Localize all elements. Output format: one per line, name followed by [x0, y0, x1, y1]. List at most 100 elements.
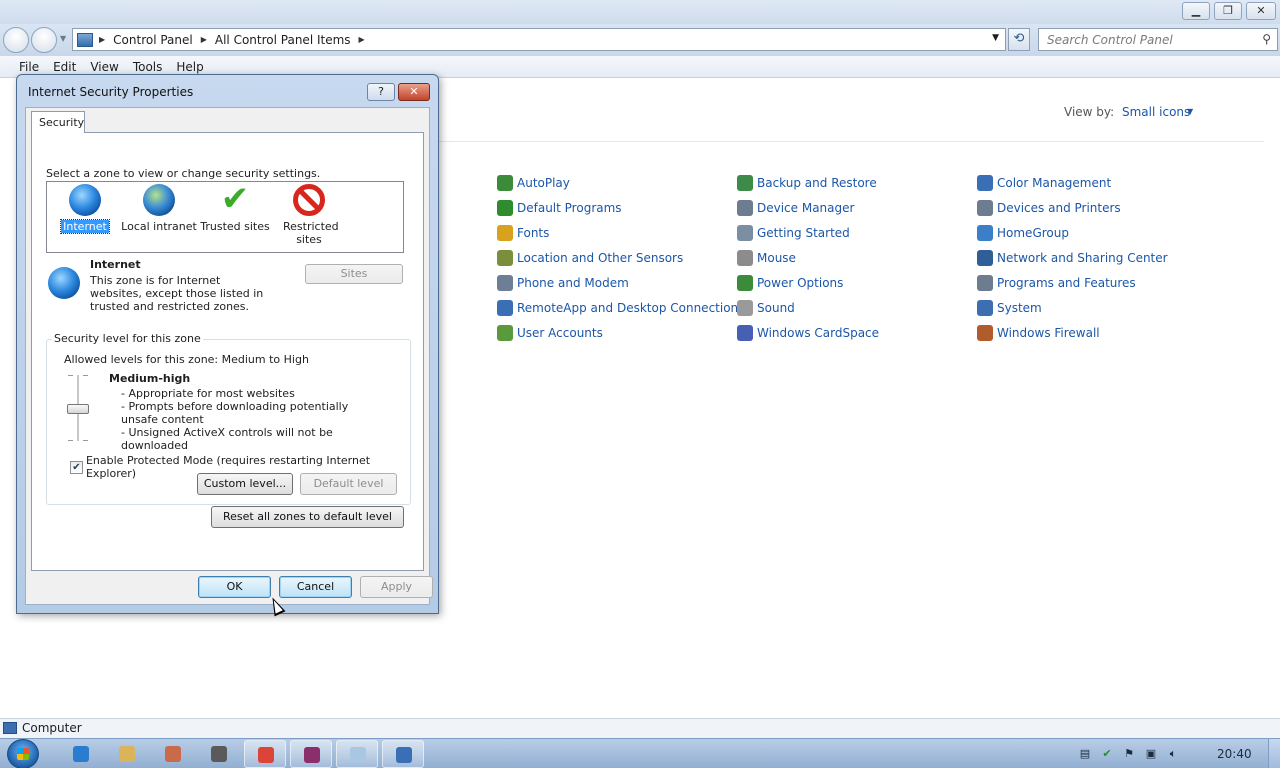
chevron-down-icon[interactable]: ▼	[1187, 107, 1193, 116]
control-panel-item[interactable]: Programs and Features	[977, 270, 1217, 295]
address-bar[interactable]: ▶ Control Panel ▶ All Control Panel Item…	[72, 28, 1006, 51]
zone-trusted-sites[interactable]: ✔ Trusted sites	[195, 182, 275, 233]
zone-local-intranet[interactable]: Local intranet	[119, 184, 199, 233]
control-panel-item[interactable]: Windows Firewall	[977, 320, 1217, 345]
control-panel-item-label: Windows Firewall	[997, 325, 1100, 340]
forward-button[interactable]	[31, 27, 57, 53]
user-accounts-icon	[497, 324, 513, 341]
clock[interactable]: 20:40	[1217, 747, 1252, 761]
breadcrumb-control-panel[interactable]: Control Panel	[113, 33, 193, 47]
sites-button[interactable]: Sites	[305, 264, 403, 284]
zone-prompt: Select a zone to view or change security…	[46, 167, 321, 180]
control-panel-item[interactable]: User Accounts	[497, 320, 737, 345]
slider-thumb[interactable]	[67, 403, 89, 414]
security-tab-panel: Select a zone to view or change security…	[31, 132, 424, 571]
control-panel-item[interactable]: Device Manager	[737, 195, 977, 220]
taskbar-button-notepad[interactable]	[336, 740, 378, 768]
volume-icon[interactable]: 🔈︎	[1166, 747, 1180, 761]
default-level-button[interactable]: Default level	[300, 473, 397, 495]
divider	[438, 141, 1264, 142]
control-panel-item-label: Device Manager	[757, 200, 855, 215]
control-panel-item[interactable]: Phone and Modem	[497, 270, 737, 295]
zone-label: Restricted sites	[283, 220, 339, 246]
search-icon[interactable]: ⚲	[1262, 32, 1271, 46]
cancel-button[interactable]: Cancel	[279, 576, 352, 598]
control-panel-item[interactable]: Power Options	[737, 270, 977, 295]
address-dropdown-icon[interactable]: ▼	[992, 33, 999, 43]
minimize-button[interactable]: ▁	[1182, 2, 1210, 20]
breadcrumb-chevron-icon[interactable]: ▶	[99, 35, 105, 44]
dialog-close-button[interactable]: ✕	[398, 83, 430, 101]
control-panel-item[interactable]: RemoteApp and Desktop Connections	[497, 295, 744, 320]
restore-button[interactable]: ❐	[1214, 2, 1242, 20]
location-icon	[497, 249, 513, 266]
navigation-row: ▼ ▶ Control Panel ▶ All Control Panel It…	[0, 24, 1280, 56]
window-titlebar: ▁ ❐ ✕	[0, 0, 1280, 24]
control-panel-item[interactable]: AutoPlay	[497, 170, 737, 195]
taskbar-button-winrar[interactable]	[290, 740, 332, 768]
zone-label: Internet	[60, 219, 110, 234]
custom-level-button[interactable]: Custom level...	[197, 473, 293, 495]
zone-restricted-sites[interactable]: Restricted sites	[269, 184, 349, 246]
breadcrumb-chevron-icon[interactable]: ▶	[359, 35, 365, 44]
sound-icon	[737, 299, 753, 316]
recent-pages-dropdown[interactable]: ▼	[60, 34, 66, 43]
control-panel-item[interactable]: Devices and Printers	[977, 195, 1217, 220]
ok-button[interactable]: OK	[198, 576, 271, 598]
breadcrumb-chevron-icon[interactable]: ▶	[201, 35, 207, 44]
control-panel-item[interactable]: Backup and Restore	[737, 170, 977, 195]
show-desktop-button[interactable]	[1268, 739, 1280, 768]
security-shield-icon[interactable]: ✔	[1100, 747, 1114, 761]
control-panel-item-label: AutoPlay	[517, 175, 570, 190]
taskbar-button-explorer[interactable]	[106, 740, 148, 768]
document-tray-icon[interactable]: ▤	[1078, 747, 1092, 761]
refresh-button[interactable]: ⟲	[1008, 28, 1030, 51]
paint-icon	[165, 746, 181, 762]
control-panel-item[interactable]: Color Management	[977, 170, 1217, 195]
reset-all-zones-button[interactable]: Reset all zones to default level	[211, 506, 404, 528]
level-detail: - Prompts before downloading potentially…	[121, 400, 349, 426]
view-by-dropdown[interactable]: Small icons	[1122, 105, 1190, 119]
taskbar-button-paint[interactable]	[152, 740, 194, 768]
control-panel-item[interactable]: Sound	[737, 295, 977, 320]
control-panel-item[interactable]: HomeGroup	[977, 220, 1217, 245]
notepad-icon	[350, 747, 366, 763]
zone-label: Trusted sites	[200, 220, 270, 233]
cardspace-icon	[737, 324, 753, 341]
close-window-button[interactable]: ✕	[1246, 2, 1276, 20]
control-panel-item[interactable]: Network and Sharing Center	[977, 245, 1217, 270]
zone-internet[interactable]: Internet	[45, 184, 125, 234]
winrar-icon	[304, 747, 320, 763]
apply-button[interactable]: Apply	[360, 576, 433, 598]
taskbar-button-ie[interactable]	[60, 740, 102, 768]
control-panel-item[interactable]: Fonts	[497, 220, 737, 245]
protected-mode-checkbox[interactable]: ✔	[70, 460, 83, 474]
tab-security[interactable]: Security	[31, 111, 85, 133]
getting-started-icon	[737, 224, 753, 241]
default-programs-icon	[497, 199, 513, 216]
control-panel-item[interactable]: Mouse	[737, 245, 977, 270]
help-button[interactable]: ?	[367, 83, 395, 101]
control-panel-item[interactable]: Default Programs	[497, 195, 737, 220]
taskbar-button-control-panel[interactable]	[382, 740, 424, 768]
control-panel-item-label: Fonts	[517, 225, 550, 240]
action-center-flag-icon[interactable]: ⚑	[1122, 747, 1136, 761]
zone-list: Internet Local intranet ✔ Trusted sites …	[46, 181, 404, 253]
back-button[interactable]	[3, 27, 29, 53]
breadcrumb-all-items[interactable]: All Control Panel Items	[215, 33, 351, 47]
zone-title: Internet	[90, 258, 141, 271]
network-tray-icon[interactable]: ▣	[1144, 747, 1158, 761]
taskbar-button-chrome[interactable]	[244, 740, 286, 768]
control-panel-item[interactable]: Windows CardSpace	[737, 320, 977, 345]
control-panel-item[interactable]: Getting Started	[737, 220, 977, 245]
control-panel-item-label: Mouse	[757, 250, 796, 265]
fonts-icon	[497, 224, 513, 241]
taskbar-button-raccoon[interactable]	[198, 740, 240, 768]
control-panel-item-label: Windows CardSpace	[757, 325, 880, 340]
control-panel-item-label: Power Options	[757, 275, 844, 290]
slider-tick	[68, 375, 73, 376]
start-button[interactable]	[7, 739, 39, 768]
control-panel-item[interactable]: System	[977, 295, 1217, 320]
search-input[interactable]: Search Control Panel ⚲	[1038, 28, 1278, 51]
control-panel-item[interactable]: Location and Other Sensors	[497, 245, 737, 270]
